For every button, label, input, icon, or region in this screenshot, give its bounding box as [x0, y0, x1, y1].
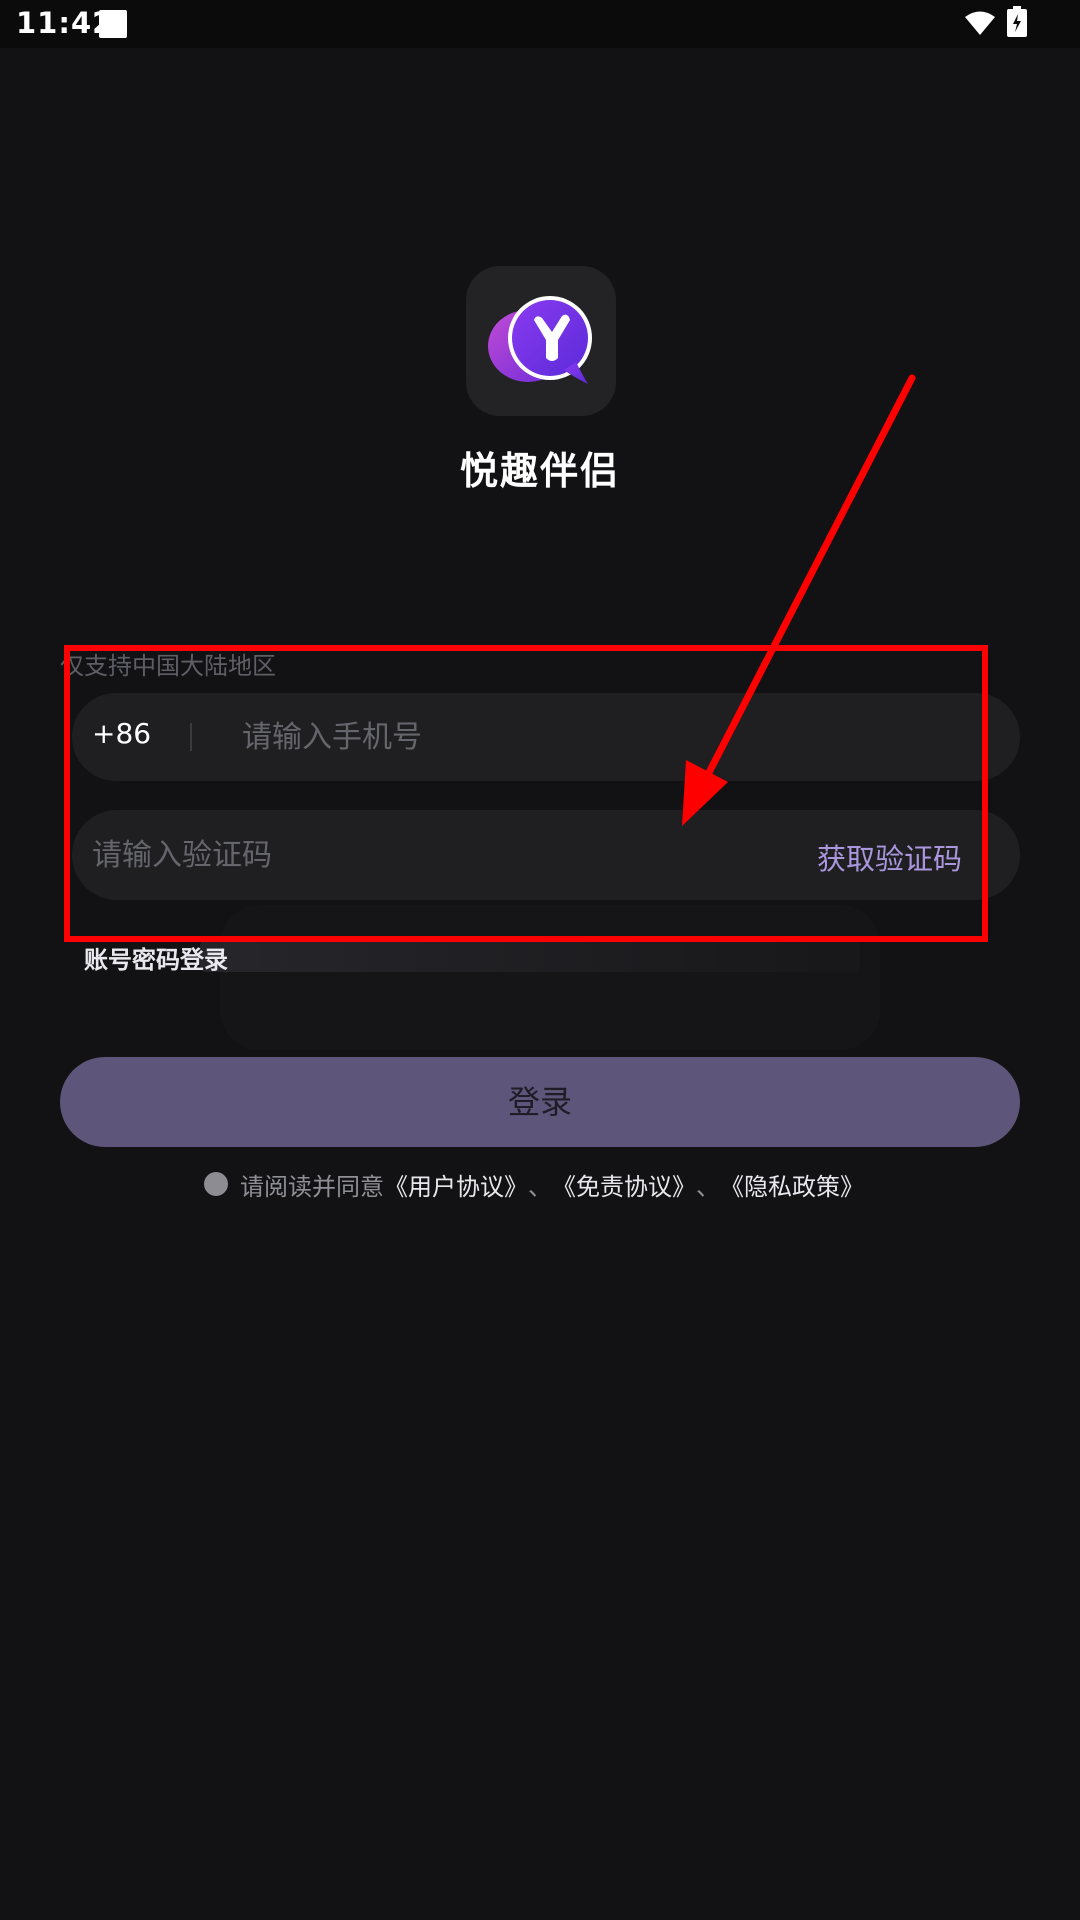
agreement-prefix: 请阅读并同意	[240, 1172, 384, 1201]
password-login-ghost-text	[200, 940, 860, 972]
agreement-checkbox[interactable]	[204, 1172, 228, 1196]
annotation-highlight-box	[64, 645, 988, 942]
notification-icon	[99, 10, 127, 38]
agreement-row: 请阅读并同意 《用户协议》 、 《免责协议》 、 《隐私政策》	[204, 1167, 864, 1202]
disclaimer-link[interactable]: 《免责协议》	[552, 1167, 696, 1202]
app-logo-icon	[488, 296, 592, 384]
password-login-link[interactable]: 账号密码登录	[84, 940, 228, 975]
wifi-icon	[965, 11, 995, 35]
status-bar: 11:42	[0, 0, 1080, 48]
battery-icon	[1007, 6, 1027, 37]
user-agreement-link[interactable]: 《用户协议》	[384, 1167, 528, 1202]
agreement-separator: 、	[696, 1172, 720, 1201]
app-name: 悦趣伴侣	[459, 449, 620, 493]
login-screen: 11:42 悦趣伴侣 仅支持中国大陆地区 +86 请输入手机号 请输入验证码 获…	[0, 0, 1080, 1920]
login-button[interactable]: 登录	[60, 1057, 1020, 1147]
agreement-separator: 、	[528, 1172, 552, 1201]
app-logo	[466, 266, 616, 416]
privacy-policy-link[interactable]: 《隐私政策》	[720, 1167, 864, 1202]
